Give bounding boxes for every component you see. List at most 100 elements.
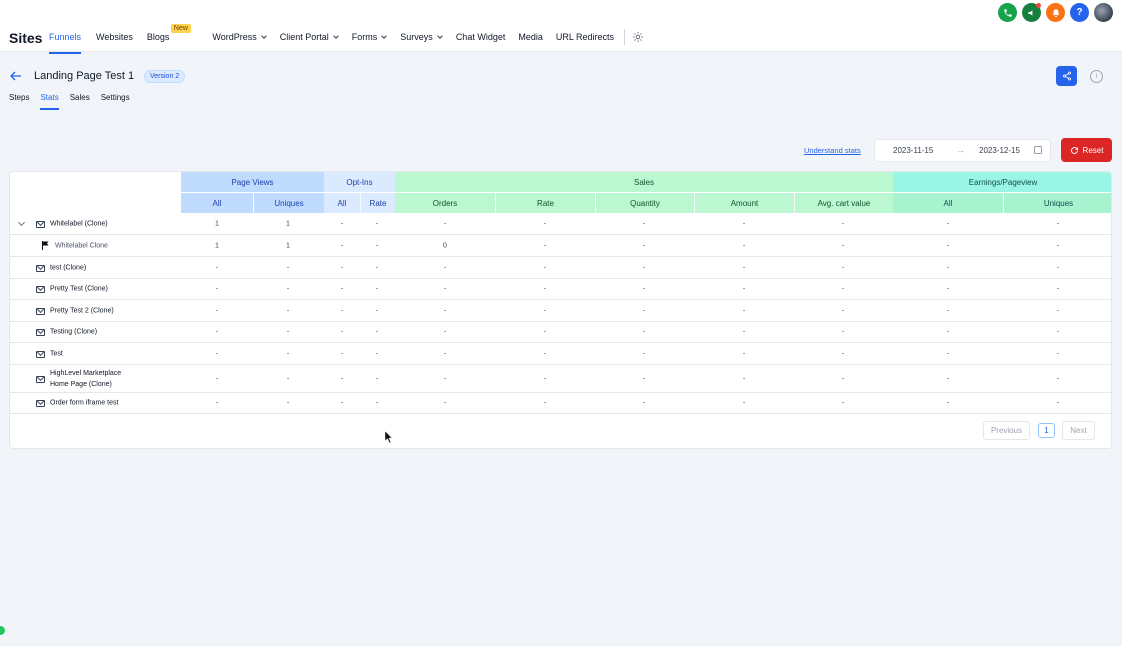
step-name: Pretty Test 2 (Clone) [50, 307, 114, 314]
table-cell: - [642, 285, 646, 293]
nav-item-blogs[interactable]: Blogs New [147, 24, 191, 44]
step-name: Whitelabel (Clone) [50, 220, 108, 227]
user-avatar[interactable] [1094, 3, 1113, 22]
table-cell: - [742, 264, 746, 271]
table-cell: - [946, 220, 950, 227]
status-indicator [0, 626, 5, 635]
help-icon[interactable]: ? [1070, 3, 1089, 22]
nav-item-client-portal[interactable]: Client Portal [280, 30, 339, 44]
refresh-icon [1070, 146, 1078, 154]
col-earnings-uniques: Uniques [1003, 193, 1111, 213]
nav-item-url-redirects[interactable]: URL Redirects [556, 30, 614, 44]
table-cell: - [946, 350, 950, 357]
arrow-right-icon: → [956, 145, 965, 155]
megaphone-icon[interactable] [1022, 3, 1041, 22]
table-cell: - [1056, 242, 1060, 249]
table-cell: - [841, 350, 845, 357]
table-cell: - [340, 375, 344, 382]
nav-item-chat-widget[interactable]: Chat Widget [456, 30, 506, 44]
table-cell: - [642, 350, 646, 357]
nav-item-media[interactable]: Media [518, 30, 543, 44]
chevron-down-icon [381, 32, 388, 39]
nav-label: Surveys [400, 32, 433, 42]
bell-icon[interactable] [1046, 3, 1065, 22]
gear-icon[interactable] [632, 31, 644, 43]
table-cell: - [375, 350, 379, 357]
table-cell: - [443, 399, 447, 407]
row-testing-clone[interactable]: Testing (Clone) - - - - - - - - - - - [10, 322, 1111, 343]
stats-table: Page Views Opt-Ins Sales Earnings/Pagevi… [9, 171, 1112, 449]
row-order-form-iframe-test[interactable]: Order form iframe test - - - - - - - - - - - [10, 393, 1111, 414]
table-cell: 1 [286, 220, 290, 227]
row-whitelabel-clone-step[interactable]: Whitelabel Clone 1 1 - - 0 - - - - - - [10, 235, 1111, 257]
table-cell: - [375, 264, 379, 271]
nav-item-surveys[interactable]: Surveys [400, 30, 443, 44]
new-badge: New [170, 24, 191, 33]
col-orders: Orders [395, 193, 495, 213]
pagination-previous[interactable]: Previous [983, 421, 1030, 440]
share-button[interactable] [1056, 66, 1077, 86]
table-cell: - [543, 242, 547, 249]
tab-steps[interactable]: Steps [9, 93, 29, 102]
table-cell: - [215, 307, 219, 314]
table-cell: - [340, 328, 344, 336]
date-end[interactable]: 2023-12-15 [979, 146, 1020, 155]
share-icon [1062, 71, 1071, 81]
row-test[interactable]: Test - - - - - - - - - - - [10, 343, 1111, 365]
group-page-views: Page Views [181, 172, 324, 192]
main-nav: Funnels Websites Blogs New WordPress Clie… [49, 24, 644, 54]
nav-item-forms[interactable]: Forms [352, 30, 388, 44]
back-arrow-icon[interactable] [10, 71, 22, 81]
table-cell: - [642, 307, 646, 314]
pagination-page-1[interactable]: 1 [1038, 423, 1055, 438]
table-cell: - [215, 350, 219, 357]
pagination-next[interactable]: Next [1062, 421, 1095, 440]
reset-button[interactable]: Reset [1061, 138, 1112, 162]
row-pretty-test-clone[interactable]: Pretty Test (Clone) - - - - - - - - - - - [10, 279, 1111, 300]
table-cell: - [215, 399, 219, 407]
understand-stats-link[interactable]: Understand stats [804, 146, 861, 155]
table-cell: - [841, 220, 845, 227]
step-name: HighLevel Marketplace Home Page (Clone) [50, 368, 121, 390]
tab-sales[interactable]: Sales [70, 93, 90, 102]
info-icon[interactable]: i [1090, 70, 1103, 83]
table-cell: - [443, 285, 447, 293]
group-earnings-pageview: Earnings/Pageview [893, 172, 1111, 192]
step-name-line: Home Page (Clone) [50, 380, 112, 388]
table-cell: - [286, 264, 290, 271]
table-cell: - [375, 220, 379, 227]
row-test-clone[interactable]: test (Clone) - - - - - - - - - - - [10, 257, 1111, 279]
table-cell: - [946, 307, 950, 314]
table-cell: - [742, 242, 746, 249]
date-start[interactable]: 2023-11-15 [893, 146, 933, 155]
nav-item-funnels[interactable]: Funnels [49, 30, 82, 54]
row-highlevel-marketplace[interactable]: HighLevel Marketplace Home Page (Clone) - -… [10, 365, 1111, 393]
table-cell: - [946, 328, 950, 336]
tab-settings[interactable]: Settings [101, 93, 130, 102]
tab-stats[interactable]: Stats [40, 93, 59, 110]
date-range-picker[interactable]: 2023-11-15 → 2023-12-15 [874, 139, 1051, 162]
step-name: Test [50, 350, 63, 357]
table-cell: - [340, 399, 344, 407]
chevron-down-icon[interactable] [17, 218, 26, 226]
table-cell: - [543, 328, 547, 336]
table-cell: - [286, 375, 290, 382]
group-opt-ins: Opt-Ins [324, 172, 395, 192]
calendar-icon [1034, 146, 1042, 154]
row-pretty-test-2-clone[interactable]: Pretty Test 2 (Clone) - - - - - - - - - - - [10, 300, 1111, 322]
table-cell: - [340, 264, 344, 271]
nav-item-websites[interactable]: Websites [96, 30, 133, 44]
top-navigation-bar: Sites Funnels Websites Blogs New WordPres… [0, 0, 1122, 54]
table-cell: 1 [215, 220, 219, 227]
nav-label: Chat Widget [455, 32, 506, 42]
table-cell: - [742, 285, 746, 293]
nav-item-wordpress[interactable]: WordPress [212, 30, 267, 44]
envelope-icon [36, 220, 45, 228]
page-title: Landing Page Test 1 [34, 70, 135, 82]
table-cell: - [1056, 285, 1060, 293]
phone-icon[interactable] [998, 3, 1017, 22]
row-whitelabel-clone[interactable]: Whitelabel (Clone) 1 1 - - - - - - - - - [10, 213, 1111, 235]
table-cell: - [742, 307, 746, 314]
table-cell: - [215, 328, 219, 336]
flag-icon [42, 240, 49, 250]
